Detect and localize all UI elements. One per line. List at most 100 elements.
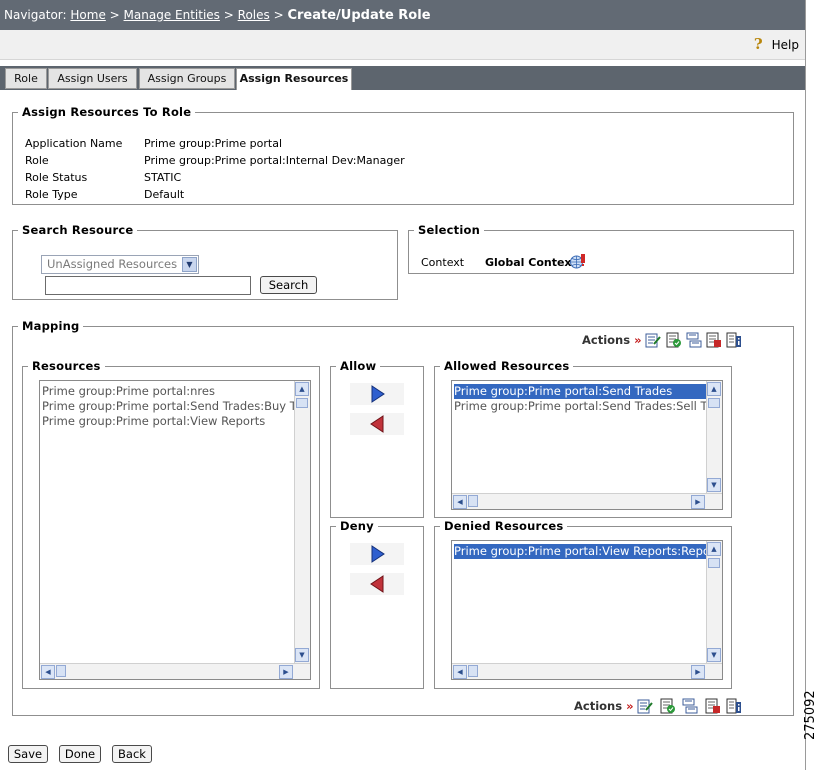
move-right-icon [371, 545, 385, 563]
scroll-up-icon[interactable]: ▲ [295, 382, 309, 396]
allowed-resources-list[interactable]: Prime group:Prime portal:Send Trades Pri… [451, 380, 723, 510]
tab-assign-users[interactable]: Assign Users [48, 68, 137, 89]
actions-label-top: Actions» [582, 333, 642, 347]
context-value: Global Context [485, 256, 577, 269]
resource-item[interactable]: Prime group:Prime portal:Send Trades:Buy… [42, 399, 294, 414]
breadcrumb-prefix: Navigator: [4, 8, 67, 22]
resources-title: Resources [28, 359, 105, 373]
edit-icon[interactable] [645, 332, 661, 348]
done-button[interactable]: Done [59, 745, 101, 763]
selection-title: Selection [414, 223, 484, 237]
actions-text: Actions [582, 333, 631, 347]
deny-remove-button[interactable] [350, 573, 404, 595]
back-button[interactable]: Back [112, 745, 152, 763]
move-left-icon [370, 415, 384, 433]
help-link[interactable]: ? Help [753, 35, 799, 53]
resource-info-icon[interactable] [726, 332, 742, 348]
scroll-thumb[interactable] [708, 398, 720, 408]
denied-horizontal-scrollbar[interactable]: ◀ ▶ [452, 663, 722, 679]
deny-title: Deny [336, 519, 378, 533]
allowed-resource-item[interactable]: Prime group:Prime portal:Send Trades [454, 384, 706, 399]
edit-icon[interactable] [637, 698, 653, 714]
assign-resources-title: Assign Resources To Role [18, 105, 196, 119]
resources-horizontal-scrollbar[interactable]: ◀ ▶ [40, 663, 310, 679]
deny-add-button[interactable] [350, 543, 404, 565]
application-name-value: Prime group:Prime portal [144, 137, 282, 150]
scroll-thumb[interactable] [56, 665, 66, 677]
context-label: Context [421, 256, 465, 269]
scroll-down-icon[interactable]: ▼ [707, 648, 721, 662]
scroll-left-icon[interactable]: ◀ [41, 665, 55, 679]
figure-number: 275092 [803, 690, 818, 740]
breadcrumb-home-link[interactable]: Home [70, 8, 105, 22]
chevron-down-icon[interactable]: ▼ [182, 257, 197, 272]
role-type-value: Default [144, 188, 185, 201]
actions-arrow: » [626, 699, 634, 713]
breadcrumb-separator: > [273, 8, 284, 22]
role-status-label: Role Status [25, 171, 88, 184]
scroll-right-icon[interactable]: ▶ [691, 665, 705, 679]
denied-resources-title: Denied Resources [440, 519, 568, 533]
page-title: Create/Update Role [287, 8, 431, 23]
allowed-horizontal-scrollbar[interactable]: ◀ ▶ [452, 493, 722, 509]
allowed-resource-item[interactable]: Prime group:Prime portal:Send Trades:Sel… [454, 399, 706, 414]
allow-all-icon[interactable] [666, 332, 682, 348]
move-left-icon [370, 575, 384, 593]
search-input[interactable] [45, 276, 251, 295]
allow-title: Allow [336, 359, 381, 373]
tab-assign-groups[interactable]: Assign Groups [139, 68, 235, 89]
denied-resource-item[interactable]: Prime group:Prime portal:View Reports:Re… [454, 544, 706, 559]
resources-vertical-scrollbar[interactable]: ▲ ▼ [294, 381, 310, 663]
deny-all-icon[interactable] [706, 332, 722, 348]
scroll-left-icon[interactable]: ◀ [453, 495, 467, 509]
resource-item[interactable]: Prime group:Prime portal:nres [42, 384, 294, 399]
tab-role[interactable]: Role [5, 68, 47, 89]
breadcrumb-manage-entities-link[interactable]: Manage Entities [124, 8, 220, 22]
scroll-thumb[interactable] [468, 665, 478, 677]
help-label: Help [771, 38, 799, 52]
allow-add-button[interactable] [350, 383, 404, 405]
mapping-title: Mapping [18, 319, 84, 333]
resource-info-icon[interactable] [726, 698, 742, 714]
scroll-thumb[interactable] [296, 398, 308, 408]
resources-list[interactable]: Prime group:Prime portal:nres Prime grou… [39, 380, 311, 680]
actions-text: Actions [574, 699, 623, 713]
scroll-thumb[interactable] [468, 495, 478, 507]
deny-all-icon[interactable] [705, 698, 721, 714]
breadcrumb-separator: > [223, 8, 234, 22]
breadcrumb: Navigator: Home > Manage Entities > Role… [4, 8, 431, 23]
scroll-down-icon[interactable]: ▼ [295, 648, 309, 662]
denied-vertical-scrollbar[interactable]: ▲ ▼ [706, 541, 722, 663]
scroll-up-icon[interactable]: ▲ [707, 542, 721, 556]
scroll-right-icon[interactable]: ▶ [279, 665, 293, 679]
breadcrumb-separator: > [109, 8, 120, 22]
allowed-resources-title: Allowed Resources [440, 359, 574, 373]
actions-label-bottom: Actions» [574, 699, 634, 713]
search-button[interactable]: Search [260, 276, 317, 294]
scroll-up-icon[interactable]: ▲ [707, 382, 721, 396]
allow-all-icon[interactable] [660, 698, 676, 714]
scroll-down-icon[interactable]: ▼ [707, 478, 721, 492]
breadcrumb-roles-link[interactable]: Roles [238, 8, 270, 22]
save-button[interactable]: Save [8, 745, 48, 763]
help-icon: ? [753, 35, 763, 53]
denied-resources-list[interactable]: Prime group:Prime portal:View Reports:Re… [451, 540, 723, 680]
allowed-vertical-scrollbar[interactable]: ▲ ▼ [706, 381, 722, 493]
move-resources-icon[interactable] [686, 332, 702, 348]
role-label: Role [25, 154, 49, 167]
resource-filter-select[interactable]: UnAssigned Resources ▼ [41, 255, 199, 274]
scroll-thumb[interactable] [708, 558, 720, 568]
scroll-left-icon[interactable]: ◀ [453, 665, 467, 679]
move-resources-icon[interactable] [682, 698, 698, 714]
actions-arrow: » [634, 333, 642, 347]
role-status-value: STATIC [144, 171, 182, 184]
scroll-right-icon[interactable]: ▶ [691, 495, 705, 509]
resource-filter-selected: UnAssigned Resources [47, 257, 178, 271]
resource-item[interactable]: Prime group:Prime portal:View Reports [42, 414, 294, 429]
global-context-icon[interactable] [569, 253, 586, 270]
allow-remove-button[interactable] [350, 413, 404, 435]
application-name-label: Application Name [25, 137, 123, 150]
navigator-bar: Navigator: Home > Manage Entities > Role… [0, 0, 805, 30]
move-right-icon [371, 385, 385, 403]
tab-assign-resources[interactable]: Assign Resources [236, 68, 352, 90]
